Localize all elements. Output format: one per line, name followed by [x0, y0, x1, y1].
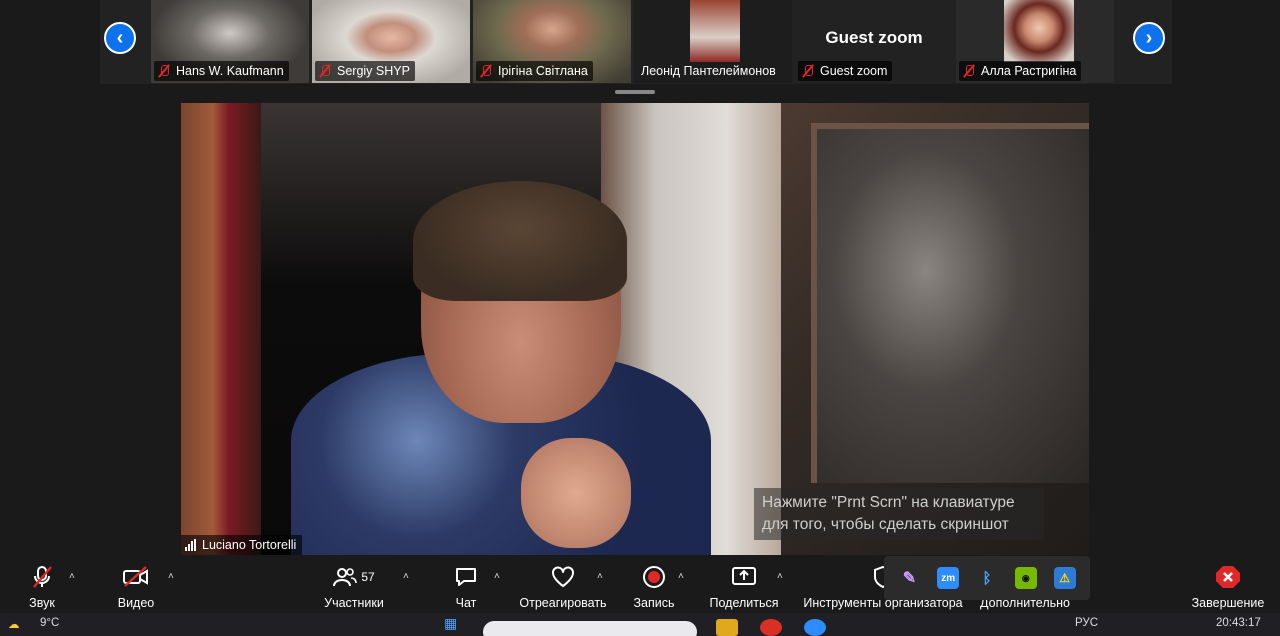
speaker-figure — [521, 438, 631, 548]
hint-line-1: Нажмите "Prnt Scrn" на клавиатуре — [762, 494, 1015, 511]
keyboard-language[interactable]: РУС — [1075, 617, 1098, 629]
record-icon — [642, 565, 666, 589]
participant-name-label: Алла Растригіна — [959, 61, 1082, 81]
active-speaker-name: Luciano Tortorelli — [202, 538, 297, 552]
weather-icon[interactable]: ☁ — [8, 617, 20, 631]
mic-muted-icon — [963, 64, 975, 78]
feather-icon[interactable]: ✎ — [898, 567, 920, 589]
participant-video — [1004, 0, 1074, 62]
participant-name: Ірігіна Світлана — [498, 64, 588, 78]
participants-button[interactable]: 57 Участники — [322, 555, 386, 613]
heart-icon — [551, 565, 575, 589]
chat-label: Чат — [455, 596, 477, 610]
participant-name: Guest zoom — [820, 64, 888, 78]
participant-tile[interactable]: Sergiy SHYP — [312, 0, 470, 83]
participant-video — [690, 0, 740, 62]
participant-name-label: Ірігіна Світлана — [476, 61, 593, 81]
video-label: Видео — [117, 596, 155, 610]
chat-icon — [454, 565, 478, 589]
gallery-next-button[interactable]: › — [1133, 22, 1165, 54]
mic-muted-icon — [480, 64, 492, 78]
zoom-taskbar-icon[interactable] — [804, 619, 826, 636]
system-tray-overflow: ✎ zm ᛒ ◉ ⚠ — [884, 556, 1090, 600]
weather-temperature[interactable]: 9°C — [40, 617, 59, 629]
participant-tile[interactable]: Hans W. Kaufmann — [151, 0, 309, 83]
participant-tile[interactable]: Леонід Пантелеймонов — [634, 0, 792, 83]
video-background — [811, 123, 1089, 483]
chat-options-caret[interactable]: ˄ — [494, 571, 500, 582]
audio-button[interactable]: Звук — [24, 555, 60, 613]
share-screen-button[interactable]: Поделиться — [708, 555, 780, 613]
chat-button[interactable]: Чат — [450, 555, 482, 613]
speaker-figure — [413, 181, 627, 301]
participant-name-label: Guest zoom — [798, 61, 893, 81]
participant-name: Алла Растригіна — [981, 64, 1077, 78]
participant-gallery: Hans W. Kaufmann Sergiy SHYP Ірігіна Сві… — [0, 0, 1280, 94]
end-meeting-button[interactable]: Завершение — [1190, 555, 1266, 613]
share-options-caret[interactable]: ˄ — [777, 571, 783, 582]
video-options-caret[interactable]: ˄ — [168, 571, 174, 582]
participant-name: Hans W. Kaufmann — [176, 64, 284, 78]
connection-signal-icon — [185, 539, 196, 551]
audio-label: Звук — [29, 596, 55, 610]
participant-name-label: Леонід Пантелеймонов — [637, 61, 781, 81]
video-off-icon — [122, 565, 150, 589]
zoom-meeting-window: Hans W. Kaufmann Sergiy SHYP Ірігіна Сві… — [0, 0, 1280, 636]
chevron-left-icon: ‹ — [116, 26, 124, 49]
video-background — [181, 103, 261, 555]
mic-off-icon — [31, 565, 53, 589]
record-label: Запись — [633, 596, 675, 610]
security-icon[interactable]: ⚠ — [1053, 567, 1076, 589]
participants-count-badge: 57 — [361, 570, 375, 584]
chevron-right-icon: › — [1145, 26, 1153, 49]
participant-tile[interactable]: Ірігіна Світлана — [473, 0, 631, 83]
react-label: Отреагировать — [519, 596, 607, 610]
participants-options-caret[interactable]: ˄ — [403, 571, 409, 582]
mic-muted-icon — [802, 64, 814, 78]
zoom-tray-icon[interactable]: zm — [937, 567, 960, 589]
participant-tile[interactable]: Guest zoom Guest zoom — [795, 0, 953, 83]
taskbar-clock[interactable]: 20:43:17 — [1216, 617, 1261, 629]
react-options-caret[interactable]: ˄ — [597, 571, 603, 582]
participant-tile[interactable]: Алла Растригіна — [956, 0, 1114, 83]
active-speaker-name-label: Luciano Tortorelli — [181, 535, 303, 555]
react-button[interactable]: Отреагировать — [518, 555, 608, 613]
gallery-prev-button[interactable]: ‹ — [104, 22, 136, 54]
windows-taskbar: ☁ 9°C ▦ РУС 20:43:17 — [0, 613, 1280, 636]
participants-icon: 57 — [333, 565, 375, 589]
hint-line-2: для того, чтобы сделать скриншот — [762, 516, 1009, 533]
end-meeting-label: Завершение — [1191, 596, 1265, 610]
record-button[interactable]: Запись — [632, 555, 676, 613]
nvidia-icon[interactable]: ◉ — [1014, 567, 1037, 589]
file-explorer-icon[interactable] — [716, 619, 738, 636]
video-button[interactable]: Видео — [116, 555, 156, 613]
gallery-resize-handle[interactable] — [615, 90, 655, 94]
participant-placeholder-name: Guest zoom — [825, 28, 923, 47]
participant-name: Sergiy SHYP — [337, 64, 410, 78]
participants-label: Участники — [324, 596, 384, 610]
participant-name-label: Sergiy SHYP — [315, 61, 415, 81]
participant-name: Леонід Пантелеймонов — [641, 64, 776, 78]
record-options-caret[interactable]: ˄ — [678, 571, 684, 582]
mic-muted-icon — [158, 64, 170, 78]
audio-options-caret[interactable]: ˄ — [69, 571, 75, 582]
mic-muted-icon — [319, 64, 331, 78]
windows-start-icon[interactable]: ▦ — [444, 615, 457, 632]
screenshot-hint-overlay: Нажмите "Prnt Scrn" на клавиатуре для то… — [754, 488, 1044, 540]
end-meeting-icon — [1215, 565, 1241, 589]
chrome-icon[interactable] — [760, 619, 782, 636]
taskbar-search-box[interactable] — [483, 621, 697, 636]
bluetooth-icon[interactable]: ᛒ — [976, 567, 998, 589]
participant-name-label: Hans W. Kaufmann — [154, 61, 289, 81]
share-label: Поделиться — [709, 596, 779, 610]
share-screen-icon — [731, 565, 757, 589]
